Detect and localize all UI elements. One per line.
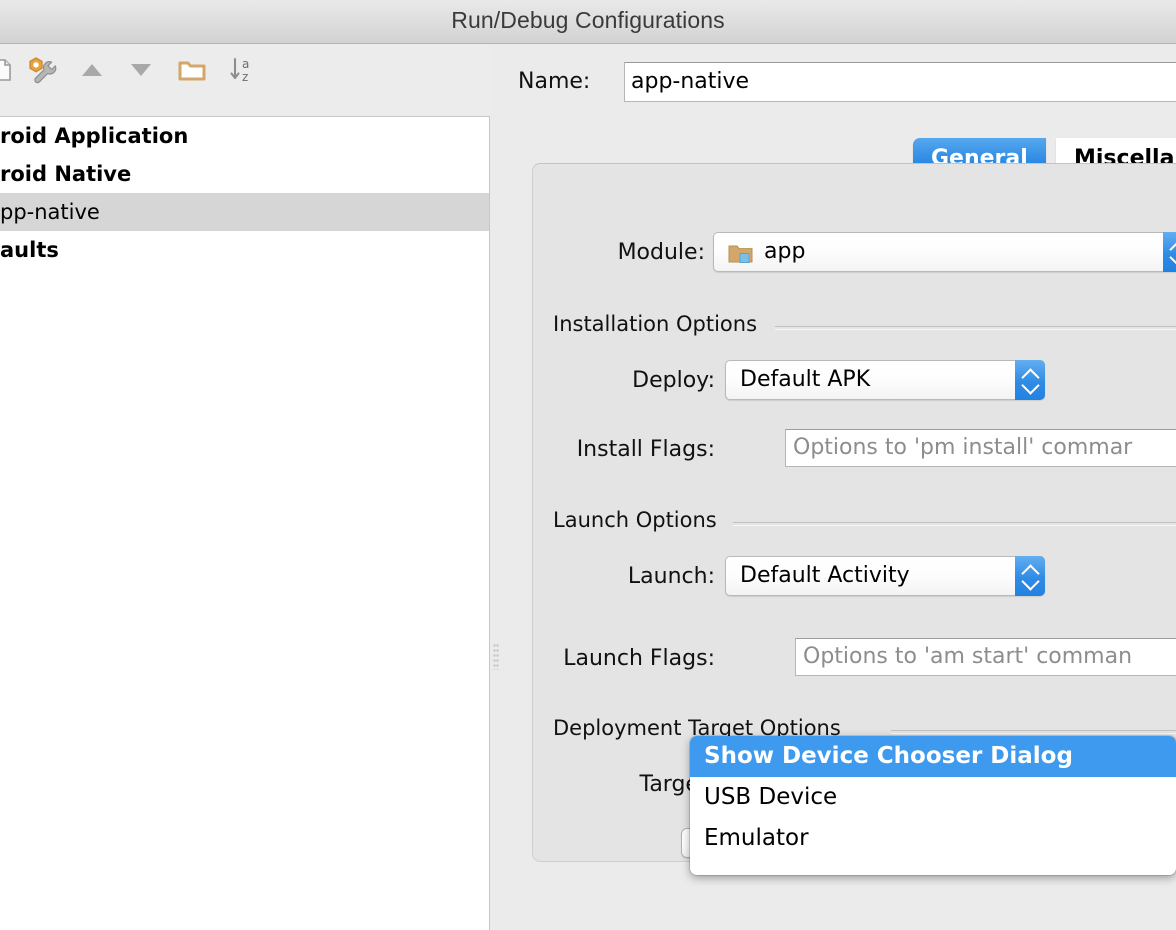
dropdown-option-emulator[interactable]: Emulator [690,818,1176,859]
module-combobox[interactable]: app [713,232,1176,272]
dropdown-option-usb-device[interactable]: USB Device [690,777,1176,818]
install-flags-label: Install Flags: [576,437,715,462]
deploy-combobox[interactable]: Default APK [725,360,1045,400]
launch-row: Launch: Default Activity [533,556,1176,598]
window-titlebar: Run/Debug Configurations [0,0,1176,44]
launch-value: Default Activity [740,563,910,588]
target-label: Target: [639,772,715,797]
move-down-icon[interactable] [125,54,157,86]
deploy-label: Deploy: [632,368,715,393]
module-label: Module: [617,240,705,265]
pane-splitter[interactable] [490,44,502,930]
install-flags-placeholder: Options to 'pm install' commar [793,435,1133,460]
create-folder-icon[interactable] [176,54,208,86]
list-item[interactable]: roid Native [0,155,489,193]
svg-text:z: z [242,70,248,84]
section-divider [891,730,1176,734]
list-item[interactable]: roid Application [0,117,489,155]
name-input[interactable]: app-native [624,62,1176,102]
list-item-label: pp-native [0,200,100,224]
launch-flags-input[interactable]: Options to 'am start' comman [795,638,1176,676]
launch-options-section: Launch Options [553,508,1176,534]
list-item-label: roid Native [0,162,132,186]
section-divider [733,522,1176,526]
launch-flags-label: Launch Flags: [563,646,715,671]
target-dropdown-popup[interactable]: Show Device Chooser Dialog USB Device Em… [690,736,1176,875]
install-flags-input[interactable]: Options to 'pm install' commar [785,429,1176,467]
launch-flags-row: Launch Flags: Options to 'am start' comm… [533,638,1176,678]
sort-alphabetically-icon[interactable]: a z [226,54,258,86]
launch-options-title: Launch Options [553,508,717,532]
list-item-label: aults [0,238,59,262]
launch-flags-placeholder: Options to 'am start' comman [803,644,1133,669]
deploy-stepper-icon[interactable] [1015,360,1045,400]
list-item-label: roid Application [0,124,189,148]
deploy-value: Default APK [740,367,871,392]
move-up-icon[interactable] [76,54,108,86]
run-debug-configurations-window: Run/Debug Configurations a z roid Applic… [0,0,1176,930]
list-item[interactable]: aults [0,231,489,269]
window-title: Run/Debug Configurations [451,7,725,33]
folder-module-icon [728,243,754,264]
launch-stepper-icon[interactable] [1015,556,1045,596]
module-value: app [764,239,806,264]
dropdown-option-show-device-chooser-dialog[interactable]: Show Device Chooser Dialog [690,736,1176,777]
copy-configuration-icon[interactable] [0,54,18,86]
configurations-left-pane: a z roid Application roid Native pp-nati… [0,44,490,930]
launch-combobox[interactable]: Default Activity [725,556,1045,596]
name-label: Name: [518,69,591,94]
name-row: Name: app-native [502,62,1176,104]
splitter-grip-icon[interactable] [493,644,499,670]
module-stepper-icon[interactable] [1163,232,1176,272]
module-row: Module: app [533,232,1176,274]
edit-defaults-icon[interactable] [26,54,58,86]
install-flags-row: Install Flags: Options to 'pm install' c… [533,429,1176,469]
installation-options-title: Installation Options [553,312,758,336]
installation-options-section: Installation Options [553,312,1176,338]
list-item-selected[interactable]: pp-native [0,193,489,231]
configurations-toolbar: a z [0,44,490,96]
section-divider [775,326,1176,330]
deploy-row: Deploy: Default APK [533,360,1176,402]
svg-text:a: a [242,57,249,71]
configurations-list[interactable]: roid Application roid Native pp-native a… [0,116,490,930]
launch-label: Launch: [627,564,715,589]
